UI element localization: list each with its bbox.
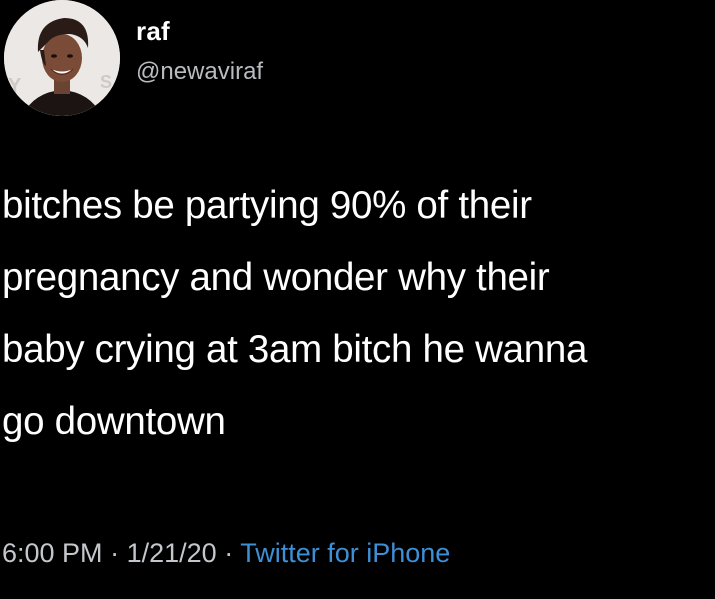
avatar[interactable]: Y S	[4, 0, 120, 116]
user-handle[interactable]: @newaviraf	[136, 58, 263, 86]
tweet-source-link[interactable]: Twitter for iPhone	[240, 538, 450, 568]
tweet-text-line: baby crying at 3am bitch he wanna	[2, 328, 588, 371]
tweet-text-line: bitches be partying 90% of their	[2, 184, 532, 227]
avatar-image: Y S	[4, 0, 120, 116]
tweet-date: 1/21/20	[126, 538, 217, 568]
meta-separator: ·	[110, 538, 120, 568]
tweet-text-line: pregnancy and wonder why their	[2, 256, 550, 299]
meta-separator: ·	[224, 538, 234, 568]
svg-text:S: S	[100, 72, 112, 92]
tweet-meta: 6:00 PM · 1/21/20 · Twitter for iPhone	[2, 538, 450, 569]
tweet-time: 6:00 PM	[2, 538, 103, 568]
tweet-text-line: go downtown	[2, 400, 226, 443]
svg-text:Y: Y	[8, 75, 22, 97]
tweet-card: Y S raf @newaviraf bitches be partying 9…	[0, 0, 715, 599]
tweet-text: bitches be partying 90% of their pregnan…	[2, 170, 715, 458]
display-name[interactable]: raf	[136, 16, 170, 47]
